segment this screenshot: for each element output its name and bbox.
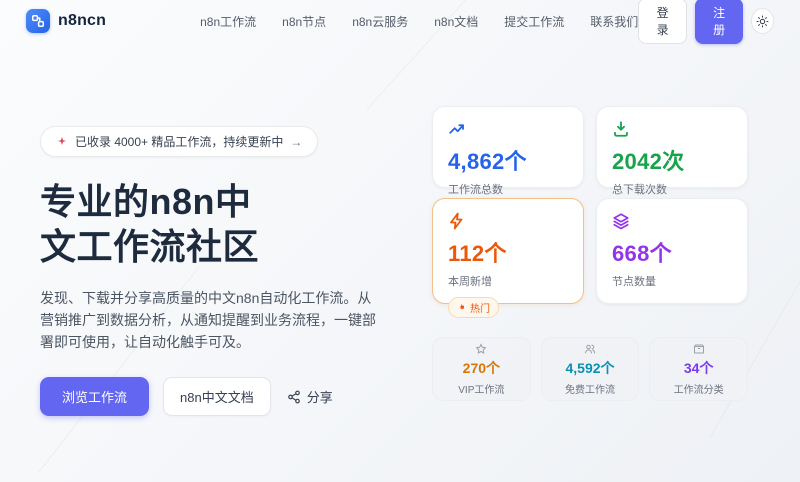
mini-stat-value: 34个 <box>684 358 714 378</box>
stat-value: 668个 <box>612 236 732 268</box>
nav-item-nodes[interactable]: n8n节点 <box>282 13 326 30</box>
browse-workflows-button[interactable]: 浏览工作流 <box>40 377 149 416</box>
mini-stat-value: 4,592个 <box>565 358 614 378</box>
stat-value: 112个 <box>448 236 568 268</box>
hero-section: 已收录 4000+ 精品工作流，持续更新中 → 专业的n8n中 文工作流社区 发… <box>40 126 385 416</box>
download-icon <box>612 120 630 138</box>
stat-label: 节点数量 <box>612 273 732 289</box>
sun-icon <box>756 15 769 28</box>
site-logo[interactable]: n8ncn <box>26 9 106 33</box>
header-actions: 登录 注册 <box>638 0 774 44</box>
hero-actions: 浏览工作流 n8n中文文档 分享 <box>40 377 385 416</box>
docs-button[interactable]: n8n中文文档 <box>163 377 271 416</box>
flame-icon <box>457 303 466 312</box>
hot-badge: 热门 <box>448 297 499 318</box>
stat-label: 工作流总数 <box>448 181 568 197</box>
stat-card-new-this-week[interactable]: 112个 本周新增 热门 <box>432 198 584 304</box>
hot-badge-label: 热门 <box>470 300 490 315</box>
stat-value: 2042次 <box>612 144 732 176</box>
stats-grid: 4,862个 工作流总数 2042次 总下载次数 112个 本周新增 热门 66… <box>432 106 748 304</box>
main-nav: n8n工作流 n8n节点 n8n云服务 n8n文档 提交工作流 联系我们 <box>200 13 638 30</box>
mini-stat-value: 270个 <box>463 358 500 378</box>
mini-card-vip-workflows[interactable]: 270个 VIP工作流 <box>432 337 531 401</box>
hero-description: 发现、下载并分享高质量的中文n8n自动化工作流。从营销推广到数据分析，从通知提醒… <box>40 287 380 353</box>
stat-label: 本周新增 <box>448 273 568 289</box>
announcement-badge[interactable]: 已收录 4000+ 精品工作流，持续更新中 → <box>40 126 318 157</box>
mini-stats-row: 270个 VIP工作流 4,592个 免费工作流 34个 工作流分类 <box>432 337 748 401</box>
star-icon <box>475 343 487 355</box>
layers-icon <box>612 212 630 230</box>
stat-card-total-downloads[interactable]: 2042次 总下载次数 <box>596 106 748 188</box>
login-button[interactable]: 登录 <box>638 0 687 44</box>
stat-value: 4,862个 <box>448 144 568 176</box>
share-button[interactable]: 分享 <box>287 387 333 406</box>
top-navigation-bar: n8ncn n8n工作流 n8n节点 n8n云服务 n8n文档 提交工作流 联系… <box>0 0 800 42</box>
arrow-right-icon: → <box>290 135 302 149</box>
nav-item-workflows[interactable]: n8n工作流 <box>200 13 256 30</box>
page-title-line2: 文工作流社区 <box>40 224 385 269</box>
spark-icon <box>56 136 68 148</box>
page-title: 专业的n8n中 文工作流社区 <box>40 179 385 269</box>
stat-card-node-count[interactable]: 668个 节点数量 <box>596 198 748 304</box>
mini-stat-label: 免费工作流 <box>565 381 615 396</box>
nav-item-cloud[interactable]: n8n云服务 <box>352 13 408 30</box>
logo-icon <box>26 9 50 33</box>
mini-stat-label: 工作流分类 <box>674 381 724 396</box>
category-icon <box>693 343 705 355</box>
register-button[interactable]: 注册 <box>695 0 744 44</box>
mini-card-workflow-categories[interactable]: 34个 工作流分类 <box>649 337 748 401</box>
page-title-line1: 专业的n8n中 <box>40 179 385 224</box>
share-icon <box>287 390 301 404</box>
stat-card-total-workflows[interactable]: 4,862个 工作流总数 <box>432 106 584 188</box>
nav-item-docs[interactable]: n8n文档 <box>434 13 478 30</box>
logo-text: n8ncn <box>58 12 106 30</box>
trending-up-icon <box>448 120 466 138</box>
nav-item-submit[interactable]: 提交工作流 <box>504 13 564 30</box>
share-label: 分享 <box>307 387 333 406</box>
zap-icon <box>448 212 466 230</box>
nav-item-contact[interactable]: 联系我们 <box>590 13 638 30</box>
stat-label: 总下载次数 <box>612 181 732 197</box>
announcement-text: 已收录 4000+ 精品工作流，持续更新中 <box>75 133 283 150</box>
mini-card-free-workflows[interactable]: 4,592个 免费工作流 <box>541 337 640 401</box>
theme-toggle-button[interactable] <box>751 8 774 34</box>
mini-stat-label: VIP工作流 <box>458 381 504 396</box>
users-icon <box>584 343 596 355</box>
